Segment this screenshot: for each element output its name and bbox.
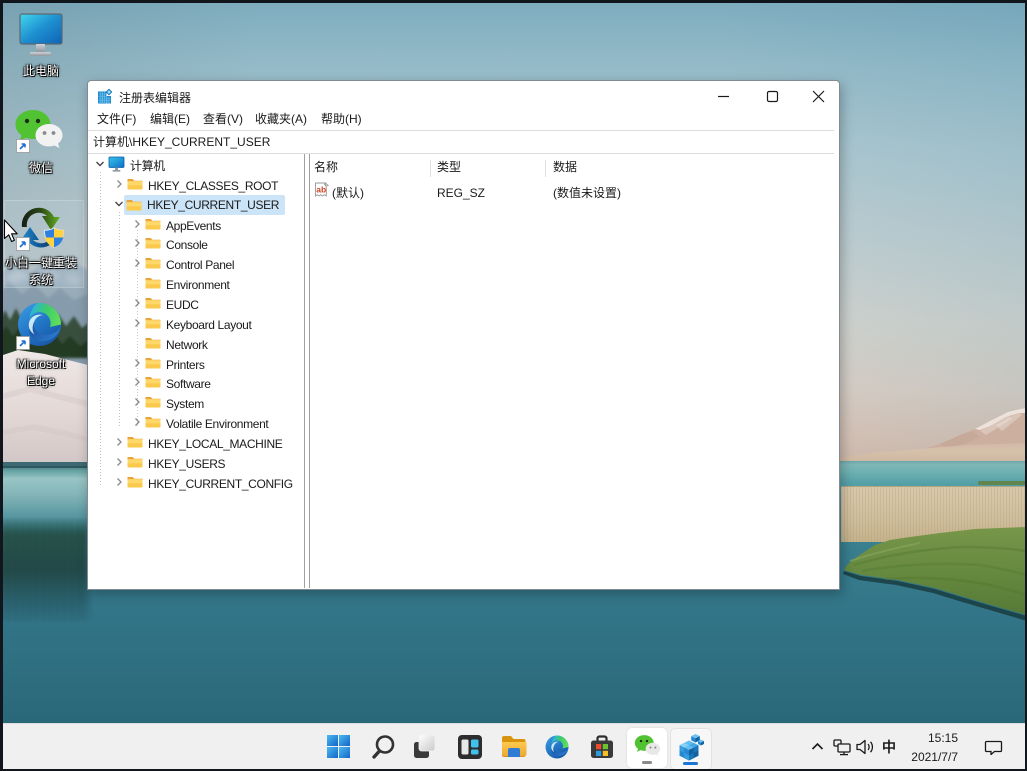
svg-text:ab: ab bbox=[316, 185, 326, 195]
